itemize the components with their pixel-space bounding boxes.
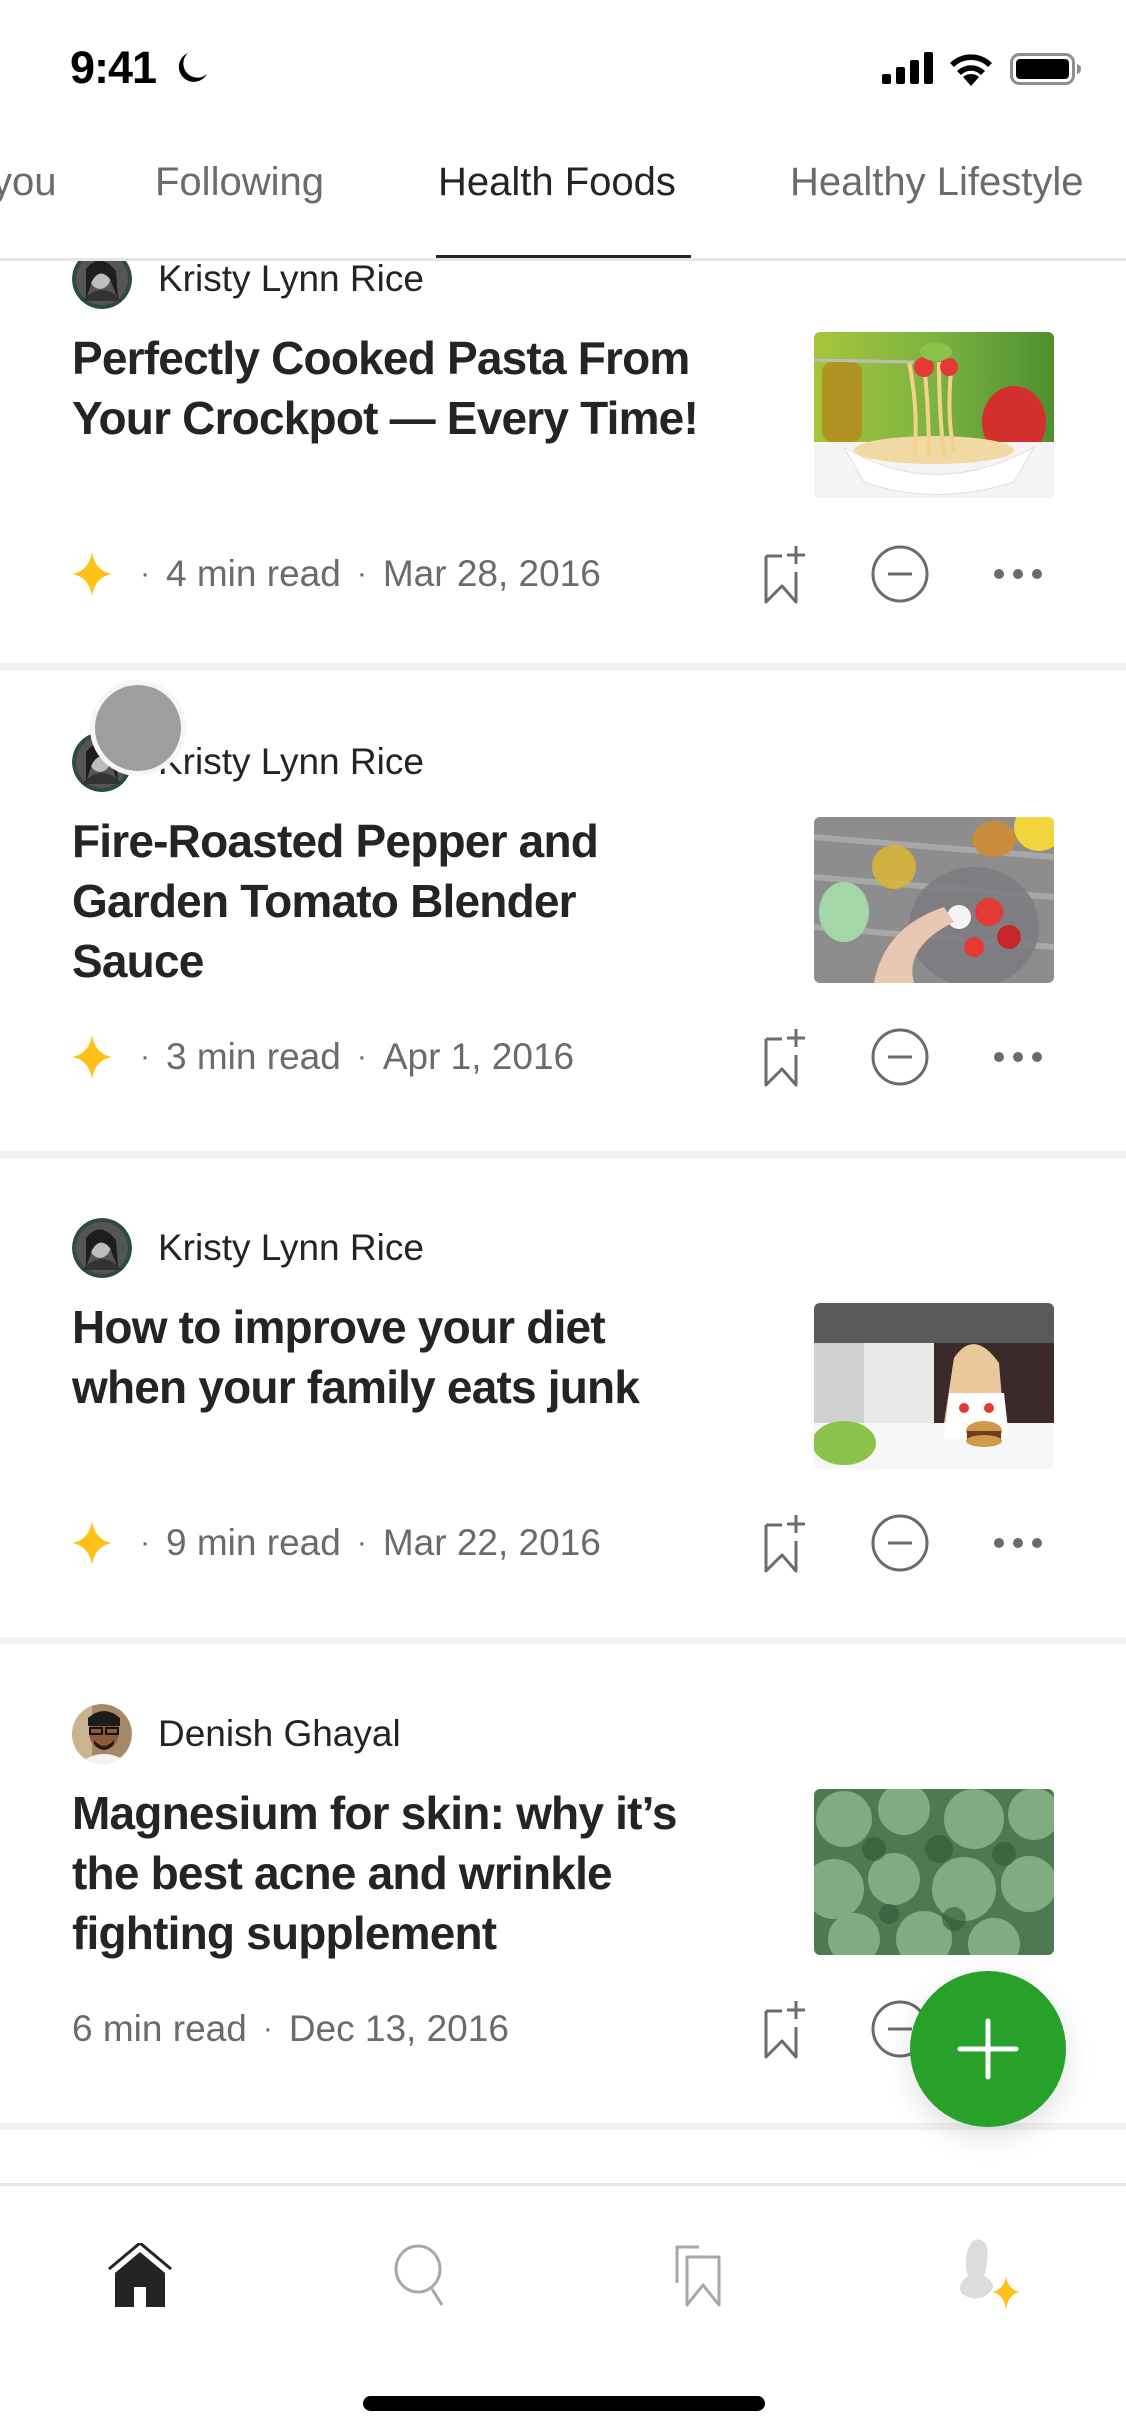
touch-indicator [90,680,186,776]
save-button[interactable] [752,1997,816,2061]
signal-icon [882,52,933,84]
article-thumbnail[interactable] [814,817,1054,983]
member-star-icon [992,2276,1020,2310]
meta-separator: · [356,1526,367,1559]
author-avatar[interactable] [72,1704,132,1764]
article-card[interactable]: Kristy Lynn Rice Perfectly Cooked Pasta … [0,261,1126,670]
moon-icon [178,53,207,82]
author-name[interactable]: Denish Ghayal [158,1713,401,1755]
more-icon [994,1538,1042,1548]
tab-healthy-lifestyle[interactable]: Healthy Lifestyle [790,160,1083,205]
article-feed[interactable]: Kristy Lynn Rice Perfectly Cooked Pasta … [0,261,1126,2185]
minus-circle-icon [871,545,929,603]
article-meta: · 3 min read · Apr 1, 2016 [72,1032,574,1082]
article-card[interactable]: Kristy Lynn Rice How to improve your die… [0,1156,1126,1644]
read-time: 6 min read [72,2008,247,2049]
member-star-icon [72,1035,112,1079]
tab-following[interactable]: Following [155,160,324,205]
read-time: 9 min read [166,1522,341,1563]
author-row[interactable]: Kristy Lynn Rice [72,1218,424,1278]
battery-icon [1010,53,1081,85]
article-meta: 6 min read · Dec 13, 2016 [72,2004,509,2054]
article-divider [0,663,1126,670]
status-bar: 9:41 [0,0,1126,130]
author-name[interactable]: Kristy Lynn Rice [158,261,424,300]
wifi-icon [950,54,992,86]
author-row[interactable]: Denish Ghayal [72,1704,401,1764]
article-divider [0,2123,1126,2130]
article-title[interactable]: Magnesium for skin: why it’s the best ac… [72,1783,712,1963]
article-thumbnail[interactable] [814,1303,1054,1469]
nav-home[interactable] [95,2231,185,2321]
more-icon [994,569,1042,579]
home-indicator[interactable] [363,2396,765,2411]
article-actions [752,1025,1052,1089]
bookmarks-icon [675,2245,721,2307]
profile-icon [960,2239,1020,2310]
more-options-button[interactable] [986,1511,1050,1575]
publish-date: Mar 22, 2016 [382,1522,601,1563]
show-less-button[interactable] [868,1025,932,1089]
nav-profile[interactable] [945,2231,1035,2321]
topic-tabs: you Following Health Foods Healthy Lifes… [0,130,1126,261]
author-avatar[interactable] [72,261,132,309]
save-button[interactable] [752,1511,816,1575]
minus-circle-icon [871,1028,929,1086]
minus-circle-icon [871,1514,929,1572]
publish-date: Apr 1, 2016 [382,1036,575,1077]
home-icon [108,2243,172,2307]
more-options-button[interactable] [986,542,1050,606]
nav-library[interactable] [655,2231,745,2321]
publish-date: Dec 13, 2016 [288,2008,509,2049]
more-options-button[interactable] [986,1025,1050,1089]
article-meta: · 4 min read · Mar 28, 2016 [72,549,601,599]
show-less-button[interactable] [868,1511,932,1575]
meta-separator: · [140,1526,150,1559]
read-time: 3 min read [166,1036,341,1077]
author-name[interactable]: Kristy Lynn Rice [158,1227,424,1269]
meta-separator: · [356,557,367,590]
author-avatar[interactable] [72,1218,132,1278]
article-actions [752,1511,1052,1575]
member-star-icon [72,1521,112,1565]
author-row[interactable]: Kristy Lynn Rice [72,261,424,309]
article-meta: · 9 min read · Mar 22, 2016 [72,1518,601,1568]
bookmark-add-icon [764,546,805,604]
show-less-button[interactable] [868,542,932,606]
article-thumbnail[interactable] [814,332,1054,498]
status-time: 9:41 [70,42,157,93]
article-title[interactable]: Perfectly Cooked Pasta From Your Crockpo… [72,328,712,448]
publish-date: Mar 28, 2016 [382,553,601,594]
meta-separator: · [140,557,150,590]
member-star-icon [72,552,112,596]
tab-for-you[interactable]: you [0,160,57,205]
meta-separator: · [140,1040,150,1073]
nav-search[interactable] [376,2231,466,2321]
article-title[interactable]: How to improve your diet when your famil… [72,1297,712,1417]
save-button[interactable] [752,542,816,606]
article-title[interactable]: Fire-Roasted Pepper and Garden Tomato Bl… [72,811,712,991]
author-name[interactable]: Kristy Lynn Rice [158,741,424,783]
tab-health-foods[interactable]: Health Foods [438,160,676,205]
search-icon [394,2244,444,2306]
bookmark-add-icon [764,1515,805,1573]
save-button[interactable] [752,1025,816,1089]
bookmark-add-icon [764,2001,805,2059]
meta-separator: · [262,2012,273,2045]
active-tab-indicator [436,255,691,258]
plus-icon [957,2018,1019,2080]
bookmark-add-icon [764,1029,805,1087]
more-icon [994,1052,1042,1062]
read-time: 4 min read [166,553,341,594]
article-thumbnail[interactable] [814,1789,1054,1955]
meta-separator: · [356,1040,367,1073]
write-story-button[interactable] [910,1971,1066,2127]
article-actions [752,542,1052,606]
